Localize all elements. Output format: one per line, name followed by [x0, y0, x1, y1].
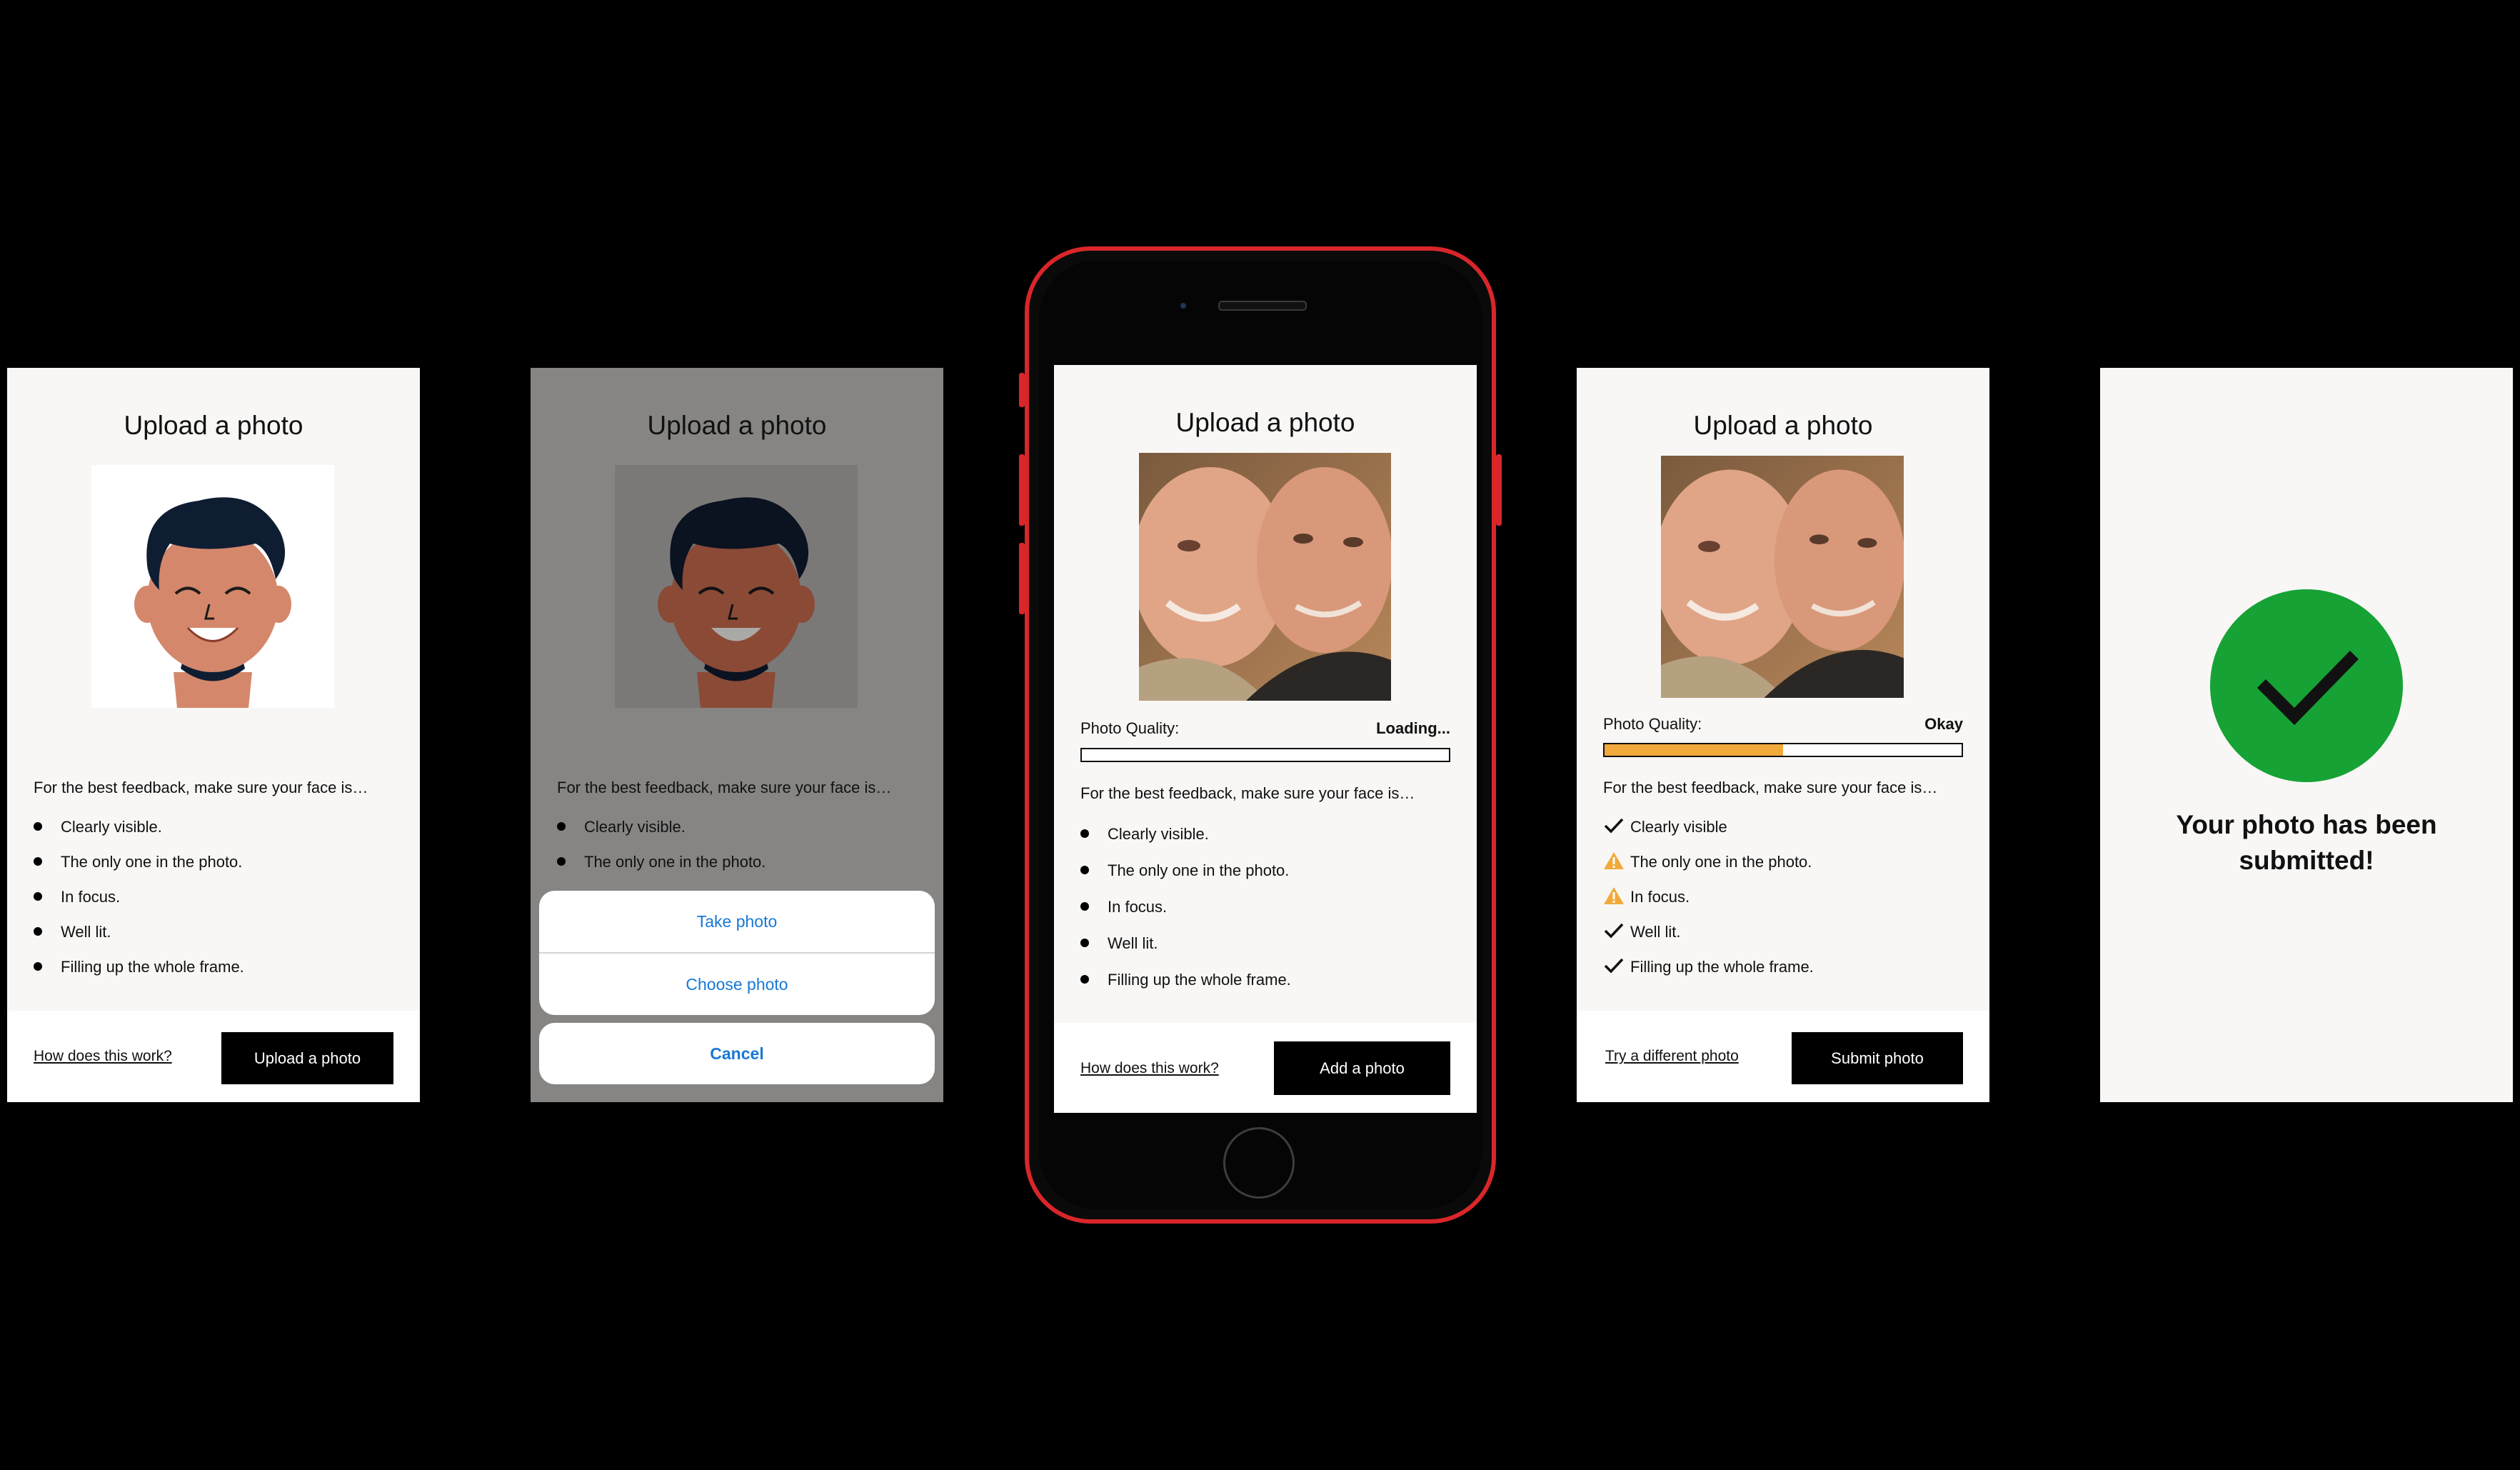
front-camera-icon	[1180, 303, 1186, 309]
success-message: Your photo has been submitted!	[2100, 807, 2513, 879]
warning-icon	[1604, 887, 1624, 904]
bullet-icon	[1080, 975, 1089, 984]
list-item: Clearly visible.	[1080, 825, 1291, 861]
page-title: Upload a photo	[1693, 411, 1873, 440]
intro-text: For the best feedback, make sure your fa…	[34, 779, 368, 796]
page-title: Upload a photo	[647, 411, 827, 440]
requirements-list: Clearly visible The only one in the phot…	[1603, 818, 1814, 993]
bullet-icon	[34, 822, 42, 831]
quality-label: Photo Quality:	[1603, 715, 1702, 733]
quality-progress-fill	[1605, 744, 1783, 756]
quality-value: Okay	[1924, 715, 1963, 733]
requirements-list: Clearly visible. The only one in the pho…	[34, 818, 244, 993]
volume-up-button	[1019, 454, 1025, 526]
screen-action-sheet: Upload a photo For the best feedback, ma…	[531, 368, 943, 1102]
bullet-icon	[557, 857, 566, 866]
screen-submitted: Your photo has been submitted!	[2100, 368, 2513, 1102]
power-button	[1496, 454, 1502, 526]
list-item: Well lit.	[34, 923, 244, 958]
bullet-icon	[34, 962, 42, 971]
list-item: Filling up the whole frame.	[1603, 958, 1814, 993]
bullet-icon	[34, 892, 42, 901]
quality-value: Loading...	[1376, 719, 1450, 737]
success-message-line2: submitted!	[2239, 846, 2374, 875]
list-item: In focus.	[1603, 887, 1814, 923]
bullet-icon	[1080, 902, 1089, 911]
quality-progress-bar	[1603, 743, 1963, 757]
list-item: In focus.	[1080, 898, 1291, 934]
requirements-list: Clearly visible. The only one in the pho…	[1080, 825, 1291, 1007]
list-item: The only one in the photo.	[1603, 852, 1814, 888]
bullet-icon	[1080, 829, 1089, 838]
footer-bar: Try a different photo Submit photo	[1577, 1011, 1989, 1102]
upload-photo-button[interactable]: Upload a photo	[221, 1032, 393, 1084]
bullet-icon	[34, 857, 42, 866]
take-photo-option[interactable]: Take photo	[539, 891, 935, 952]
cancel-button[interactable]: Cancel	[539, 1023, 935, 1084]
avatar-illustration	[91, 465, 334, 708]
list-item: In focus.	[34, 888, 244, 923]
bullet-icon	[557, 822, 566, 831]
mute-switch	[1019, 373, 1025, 407]
cancel-sheet: Cancel	[539, 1023, 935, 1084]
list-item: Well lit.	[1080, 934, 1291, 971]
footer-bar: How does this work? Add a photo	[1054, 1023, 1477, 1113]
list-item: The only one in the photo.	[1080, 861, 1291, 898]
intro-text: For the best feedback, make sure your fa…	[1080, 784, 1415, 802]
how-it-works-link[interactable]: How does this work?	[34, 1048, 172, 1065]
bullet-icon	[1080, 939, 1089, 947]
list-item: Clearly visible	[1603, 818, 1814, 853]
home-button[interactable]	[1223, 1127, 1295, 1199]
choose-photo-option[interactable]: Choose photo	[539, 954, 935, 1015]
check-icon	[1604, 923, 1624, 939]
quality-label: Photo Quality:	[1080, 719, 1180, 737]
check-icon	[1604, 958, 1624, 974]
list-item: Filling up the whole frame.	[1080, 971, 1291, 1007]
add-photo-button[interactable]: Add a photo	[1274, 1041, 1450, 1095]
bullet-icon	[34, 927, 42, 936]
warning-icon	[1604, 852, 1624, 869]
checkmark-circle-icon	[2210, 589, 2403, 782]
avatar-illustration	[615, 465, 858, 708]
screen-photo-loading: Upload a photo Photo Quality: Loading...…	[1054, 365, 1477, 1113]
page-title: Upload a photo	[124, 411, 303, 440]
requirements-list: Clearly visible. The only one in the pho…	[557, 818, 765, 888]
check-icon	[1604, 818, 1624, 834]
list-item: Well lit.	[1603, 923, 1814, 958]
list-item: The only one in the photo.	[557, 853, 765, 888]
list-item: Clearly visible.	[34, 818, 244, 853]
bullet-icon	[1080, 866, 1089, 874]
intro-text: For the best feedback, make sure your fa…	[1603, 779, 1938, 796]
how-it-works-link[interactable]: How does this work?	[1080, 1060, 1219, 1077]
uploaded-photo	[1661, 456, 1904, 698]
list-item: Clearly visible.	[557, 818, 765, 853]
photo-source-sheet: Take photo Choose photo	[539, 891, 935, 1015]
list-item: The only one in the photo.	[34, 853, 244, 888]
quality-progress-bar	[1080, 748, 1450, 762]
screen-upload-intro: Upload a photo For the best feedback, ma…	[7, 368, 420, 1102]
footer-bar: How does this work? Upload a photo	[7, 1011, 420, 1102]
screen-photo-feedback: Upload a photo Photo Quality: Okay For t…	[1577, 368, 1989, 1102]
success-message-line1: Your photo has been	[2176, 810, 2437, 839]
earpiece-speaker	[1218, 301, 1307, 311]
try-different-photo-link[interactable]: Try a different photo	[1605, 1048, 1739, 1065]
intro-text: For the best feedback, make sure your fa…	[557, 779, 892, 796]
list-item: Filling up the whole frame.	[34, 958, 244, 993]
volume-down-button	[1019, 543, 1025, 614]
submit-photo-button[interactable]: Submit photo	[1792, 1032, 1963, 1084]
uploaded-photo	[1139, 453, 1391, 701]
page-title: Upload a photo	[1175, 408, 1355, 437]
